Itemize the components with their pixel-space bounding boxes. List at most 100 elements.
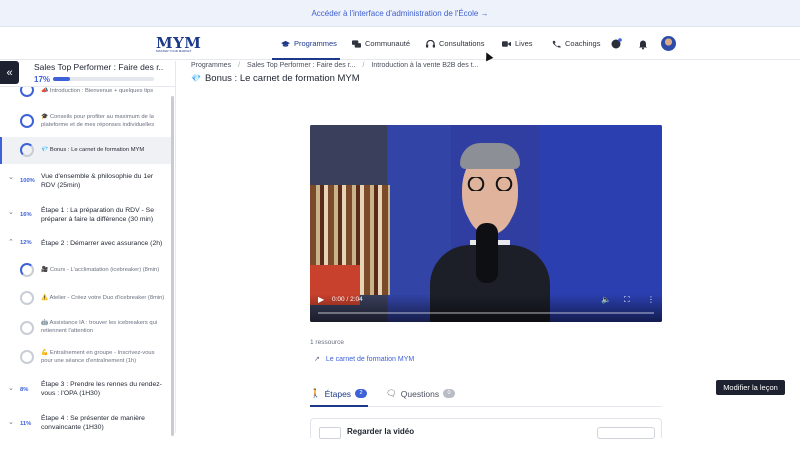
nav-coachings[interactable]: Coachings — [552, 39, 600, 48]
chevron-up-icon: ⌃ — [8, 239, 14, 246]
tab-etapes[interactable]: 🚶 Étapes 2 — [310, 388, 368, 399]
course-title[interactable]: Sales Top Performer : Faire des r... — [34, 62, 164, 72]
volume-icon[interactable]: 🔈 — [601, 295, 611, 304]
lesson-item[interactable]: 🎓 Conseils pour profiter au maximum de l… — [0, 107, 172, 135]
section-header[interactable]: ⌄ 11% Étape 4 : Se présenter de manière … — [0, 412, 172, 434]
step-title: Regarder la vidéo — [347, 427, 415, 436]
chevron-down-icon: ⌄ — [8, 385, 14, 392]
video-progress-bar[interactable] — [318, 312, 654, 314]
section-progress: 8% — [20, 387, 29, 393]
breadcrumb-item[interactable]: Introduction à la vente B2B des t... — [371, 62, 478, 69]
messages-icon[interactable] — [610, 38, 622, 50]
lesson-label: 🎥 Cours - L'acclimatation (icebreaker) (… — [41, 267, 160, 273]
lesson-tabs: 🚶 Étapes 2 🗨 Questions 0 — [310, 383, 662, 407]
video-microphone — [476, 223, 498, 283]
double-chevron-left-icon: « — [6, 66, 13, 79]
headset-icon — [426, 39, 435, 48]
resource-link-label: Le carnet de formation MYM — [325, 355, 415, 363]
nav-label: Coachings — [565, 39, 601, 48]
progress-ring-icon — [20, 263, 34, 277]
tab-questions[interactable]: 🗨 Questions 0 — [386, 388, 456, 399]
section-title: Vue d'ensemble & philosophie du 1er RDV … — [41, 173, 154, 189]
more-options-icon[interactable]: ⋮ — [647, 295, 655, 304]
nav-label: Programmes — [294, 39, 337, 48]
step-card[interactable]: Regarder la vidéo — [310, 418, 662, 439]
sidebar-scrollbar[interactable] — [171, 96, 174, 436]
chevron-down-icon: ⌄ — [8, 419, 14, 426]
tab-count-badge: 2 — [355, 389, 368, 398]
lesson-label: 💪 Entraînement en groupe - Inscrivez-vou… — [41, 350, 155, 364]
lesson-label: ⚠️ Atelier - Créez votre Duo d'icebreake… — [41, 295, 165, 301]
section-title: Étape 3 : Prendre les rennes du rendez-v… — [41, 381, 162, 397]
lesson-item[interactable]: 🎥 Cours - L'acclimatation (icebreaker) (… — [0, 260, 172, 280]
fullscreen-icon[interactable]: ⛶ — [624, 295, 630, 305]
brand-tagline: MASTER YOUR MARKET — [156, 49, 192, 53]
section-header[interactable]: ⌄ 16% Étape 1 : La préparation du RDV - … — [0, 202, 172, 228]
lesson-item[interactable]: 💪 Entraînement en groupe - Inscrivez-vou… — [0, 346, 172, 370]
admin-banner-link[interactable]: Accéder à l'interface d'administration d… — [311, 9, 488, 18]
video-hair — [460, 143, 520, 169]
course-progress-fill — [53, 77, 71, 81]
lesson-label: 🤖 Assistance IA : trouver les icebreaker… — [41, 320, 158, 334]
top-nav: MYM MASTER YOUR MARKET Programmes Commun… — [0, 28, 800, 60]
breadcrumb: Programmes / Sales Top Performer : Faire… — [191, 62, 478, 69]
section-title: Étape 4 : Se présenter de manière convai… — [41, 415, 145, 431]
nav-label: Consultations — [439, 39, 485, 48]
chevron-down-icon: ⌄ — [8, 174, 14, 181]
active-tab-indicator — [310, 405, 368, 407]
collapse-sidebar-button[interactable]: « — [0, 61, 19, 84]
walking-person-icon: 🚶 — [310, 388, 321, 398]
nav-lives[interactable]: Lives — [502, 39, 533, 48]
section-header[interactable]: ⌄ 8% Étape 3 : Prendre les rennes du ren… — [0, 378, 172, 402]
page-title-text: Bonus : Le carnet de formation MYM — [204, 73, 360, 84]
section-progress: 12% — [20, 240, 32, 246]
chevron-down-icon: ⌄ — [8, 209, 14, 216]
admin-banner[interactable]: Accéder à l'interface d'administration d… — [0, 0, 800, 27]
edit-lesson-button[interactable]: Modifier la leçon — [716, 380, 785, 395]
nav-label: Communauté — [365, 39, 411, 48]
video-glasses — [463, 177, 517, 191]
lesson-item-active[interactable]: 💎 Bonus : Le carnet de formation MYM — [0, 137, 172, 164]
breadcrumb-separator: / — [238, 62, 241, 69]
bell-icon[interactable] — [637, 38, 649, 50]
progress-ring-icon — [20, 350, 34, 364]
video-player[interactable]: ▶ 0:00 / 2:04 🔈 ⛶ ⋮ — [310, 125, 662, 322]
step-action-button[interactable] — [597, 427, 655, 439]
nav-label: Lives — [515, 39, 533, 48]
chat-bubbles-icon — [352, 39, 361, 48]
external-link-icon: ↗ — [314, 356, 320, 363]
step-thumbnail — [319, 427, 341, 439]
lesson-label: 💎 Bonus : Le carnet de formation MYM — [41, 147, 145, 153]
chat-icon: 🗨 — [386, 388, 397, 398]
breadcrumb-item[interactable]: Sales Top Performer : Faire des r... — [247, 62, 355, 69]
section-title: Étape 1 : La préparation du RDV - Se pré… — [41, 207, 154, 223]
play-icon[interactable]: ▶ — [318, 295, 324, 304]
nav-consultations[interactable]: Consultations — [426, 39, 484, 48]
progress-ring-icon — [20, 291, 34, 305]
section-progress: 16% — [20, 212, 32, 218]
nav-communaute[interactable]: Communauté — [352, 39, 410, 48]
lesson-label: 📣 Introduction : Bienvenue + quelques ti… — [41, 88, 154, 94]
graduation-cap-icon — [281, 40, 290, 47]
section-title: Étape 2 : Démarrer avec assurance (2h) — [41, 240, 163, 247]
section-progress: 100% — [20, 178, 35, 184]
course-progress-bar — [53, 77, 154, 81]
section-header-expanded[interactable]: ⌃ 12% Étape 2 : Démarrer avec assurance … — [0, 236, 172, 250]
phone-icon — [552, 40, 561, 48]
section-header[interactable]: ⌄ 100% Vue d'ensemble & philosophie du 1… — [0, 168, 172, 192]
breadcrumb-separator: / — [362, 62, 365, 69]
user-avatar[interactable] — [661, 36, 676, 51]
tab-label: Questions — [400, 388, 440, 399]
progress-ring-icon — [20, 114, 34, 128]
course-progress-percent: 17% — [34, 75, 51, 84]
active-nav-indicator — [272, 58, 340, 60]
progress-ring-icon — [20, 87, 34, 97]
lesson-label: 🎓 Conseils pour profiter au maximum de l… — [41, 114, 155, 128]
lesson-item[interactable]: 📣 Introduction : Bienvenue + quelques ti… — [0, 87, 172, 99]
lesson-item[interactable]: 🤖 Assistance IA : trouver les icebreaker… — [0, 316, 172, 340]
nav-programmes[interactable]: Programmes — [281, 39, 337, 48]
lesson-item[interactable]: ⚠️ Atelier - Créez votre Duo d'icebreake… — [0, 288, 172, 308]
resource-link[interactable]: ↗ Le carnet de formation MYM — [314, 355, 415, 364]
breadcrumb-item[interactable]: Programmes — [191, 62, 231, 69]
resource-count: 1 ressource — [310, 339, 344, 346]
